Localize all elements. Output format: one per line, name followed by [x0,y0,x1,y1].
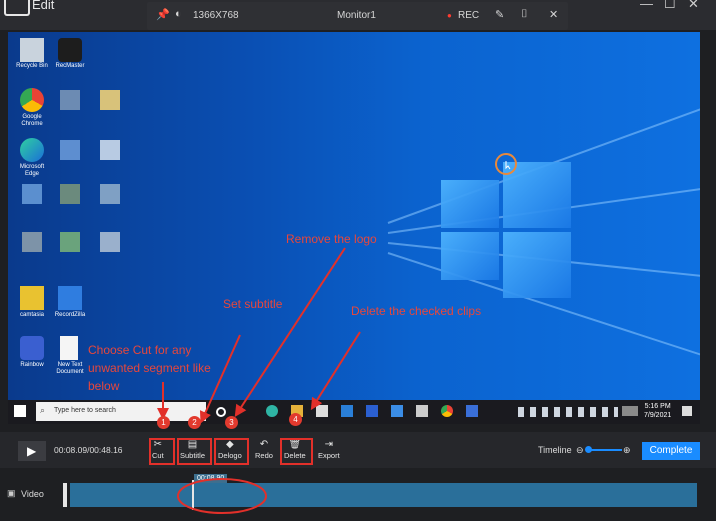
timeline-zoom-handle[interactable] [585,446,592,453]
export-icon: ⇥ [324,439,334,450]
highlight-delete [280,438,313,465]
zoom-out-icon[interactable]: ⊖ [576,445,584,456]
complete-button[interactable]: Complete [642,442,700,460]
redo-icon: ↶ [259,439,269,450]
timeline-track-row: ▣ Video 00:08.90 [0,468,716,521]
play-button[interactable]: ▶ [18,441,46,461]
track-label: Video [21,489,44,499]
badge-2: 2 [188,416,201,429]
film-icon: ▣ [7,488,16,498]
redo-button[interactable]: ↶ Redo [255,439,273,460]
highlight-subtitle [177,438,212,465]
zoom-in-icon[interactable]: ⊕ [623,445,631,456]
time-readout: 00:08.09/00:48.16 [54,445,123,455]
export-label: Export [318,451,340,460]
redo-label: Redo [255,451,273,460]
export-button[interactable]: ⇥ Export [318,439,340,460]
video-track[interactable] [70,483,697,507]
timeline-label: Timeline [538,445,572,455]
selection-highlight-ellipse [177,478,267,514]
play-icon: ▶ [27,444,37,458]
badge-4: 4 [289,413,302,426]
timeline-zoom-slider[interactable] [588,449,622,451]
highlight-delogo [214,438,249,465]
track-start-handle[interactable] [63,483,67,507]
badge-1: 1 [157,416,170,429]
badge-3: 3 [225,416,238,429]
highlight-cut [149,438,175,465]
edit-toolbar: ▶ 00:08.09/00:48.16 ✂ Cut ▤ Subtitle ◆ D… [0,432,716,468]
